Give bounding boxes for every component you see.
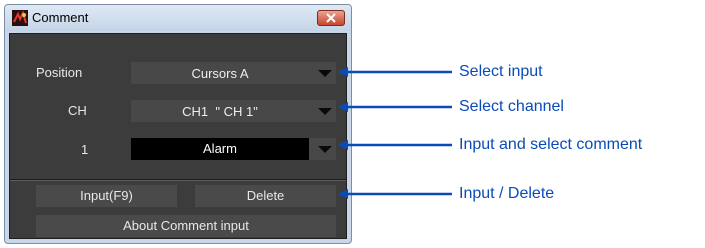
callout-select-input: Select input <box>459 63 543 80</box>
callout-input-select-comment: Input and select comment <box>459 136 643 153</box>
callout-input-delete: Input / Delete <box>459 185 555 202</box>
callout-arrows <box>338 67 452 199</box>
callout-select-channel: Select channel <box>459 98 564 115</box>
